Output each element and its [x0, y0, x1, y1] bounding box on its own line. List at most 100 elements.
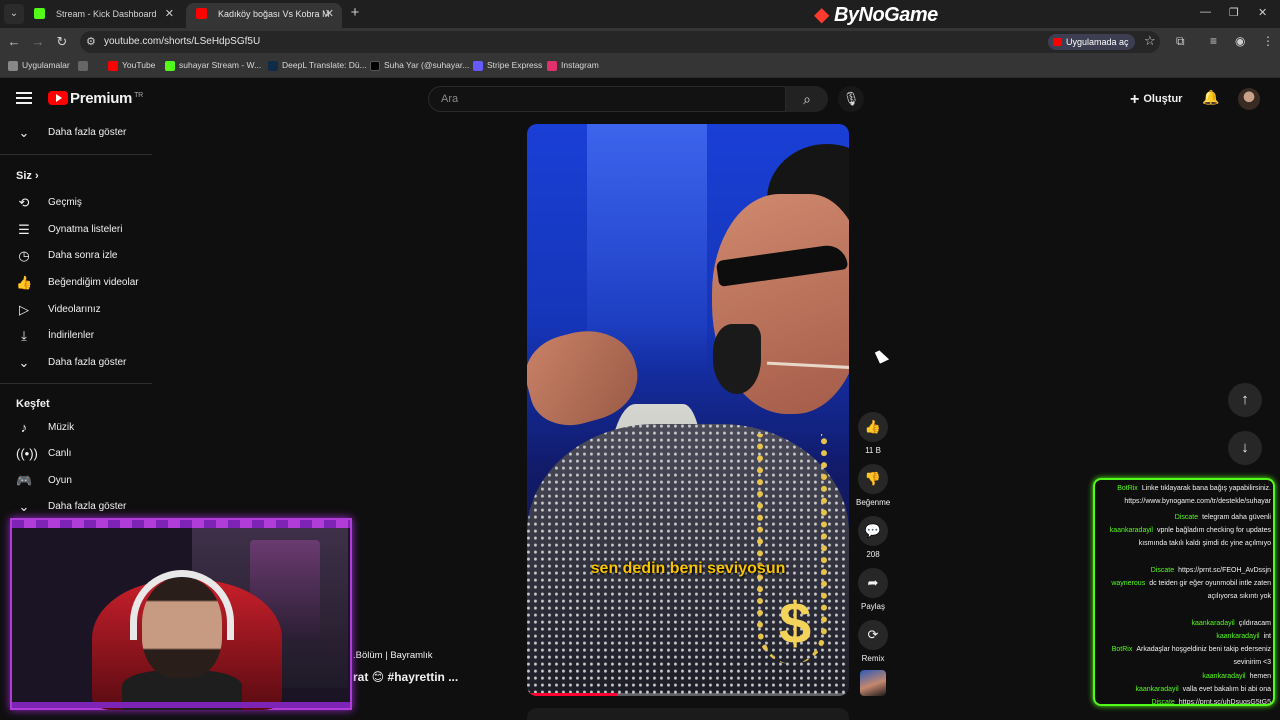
chat-text: int [1263, 633, 1271, 640]
tab-youtube-short[interactable]: Kadıköy boğası Vs Kobra M ✕ [186, 3, 342, 28]
chat-message: waynerous dc teiden gir eğer oyunmobil in… [1099, 577, 1271, 603]
chat-message: kaankaradayil çıldıracam [1099, 617, 1272, 630]
background-video-hashtags: rat 😊 #hayrettin ... [353, 670, 459, 684]
youtube-icon [108, 61, 118, 71]
search-input[interactable]: Ara [428, 86, 786, 112]
tab-title: Kadıköy boğası Vs Kobra M [218, 9, 330, 19]
kick-favicon-icon [34, 8, 45, 19]
dollar-pendant-icon: $ [778, 591, 812, 656]
bookmark-tiktok[interactable]: Suha Yar (@suhayar... [370, 60, 469, 71]
bookmark-deepl[interactable]: DeepL Translate: Dü... [268, 60, 367, 71]
chevron-down-icon: ⌄ [18, 355, 30, 370]
restore-icon[interactable]: ❐ [1229, 6, 1239, 19]
bookmark-label: Stripe Express [487, 60, 543, 70]
open-in-app-button[interactable]: Uygulamada aç [1048, 34, 1135, 50]
reload-icon[interactable]: ↻ [54, 34, 70, 50]
close-window-icon[interactable]: ✕ [1258, 6, 1267, 19]
sidebar-show-more-explore[interactable]: ⌄ Daha fazla göster [0, 494, 154, 520]
chat-message: kaankaradayil hemen [1099, 670, 1271, 683]
bookmark-label: Uygulamalar [22, 60, 70, 70]
sidebar-item-history[interactable]: ⟲ Geçmiş [0, 190, 154, 216]
sidebar-item-label: Daha fazla göster [48, 127, 127, 138]
short-video-player[interactable]: $ sen dedin beni seviyosun [527, 124, 849, 696]
youtube-logo-icon[interactable] [48, 91, 68, 105]
previous-short-button[interactable]: ↑ [1228, 383, 1262, 417]
sidebar-item-label: Geçmiş [48, 197, 82, 208]
live-broadcast-icon: ((•)) [16, 446, 38, 461]
stripe-icon [473, 61, 483, 71]
chat-message: Discate https://prnt.sc/uhDsugsG5tG5 [1099, 696, 1271, 706]
sidebar-section-you[interactable]: Siz › [16, 170, 39, 182]
chat-text: valla evet bakalım bi abi ona [1182, 686, 1271, 693]
bookmark-youtube[interactable]: YouTube [108, 60, 155, 71]
search-button[interactable]: ⌕ [786, 86, 828, 112]
audio-source-thumbnail[interactable] [860, 670, 886, 696]
webcam-frame-bottom [12, 702, 350, 708]
create-button[interactable]: + Oluştur [1130, 91, 1182, 109]
new-tab-icon[interactable]: + [346, 4, 364, 22]
chat-message: Discate telegram daha güvenli [1099, 511, 1271, 524]
bookmark-label: DeepL Translate: Dü... [282, 60, 367, 70]
chat-username: Discate [1174, 514, 1199, 521]
tab-kick-dashboard[interactable]: Stream - Kick Dashboard ✕ [24, 3, 182, 28]
close-tab-icon[interactable]: ✕ [325, 3, 334, 25]
chat-username: kaankaradayil [1135, 686, 1179, 693]
like-button[interactable]: 👍 11 B [856, 412, 890, 455]
sidebar-item-label: Müzik [48, 422, 75, 433]
url-text[interactable]: youtube.com/shorts/LSeHdpSGf5U [104, 36, 260, 47]
sidebar-item-liked-videos[interactable]: 👍 Beğendiğim videolar [0, 270, 154, 296]
bookmark-kick[interactable]: suhayar Stream - W... [165, 60, 261, 71]
back-icon[interactable]: ← [6, 34, 22, 49]
bookmark-apps[interactable]: Uygulamalar [8, 60, 70, 71]
remix-icon: ⟳ [858, 620, 888, 650]
tab-search-icon[interactable]: ⌄ [4, 4, 24, 24]
youtube-premium-logo[interactable]: Premium TR [70, 90, 143, 107]
voice-search-button[interactable]: 🎙 [838, 86, 864, 112]
chat-username: Discate [1151, 699, 1175, 706]
sidebar-item-label: Oyun [48, 475, 72, 486]
bookmark-star-icon[interactable]: ☆ [1144, 33, 1156, 49]
menu-kebab-icon[interactable]: ⋮ [1262, 34, 1274, 48]
chevron-down-icon: ⌄ [18, 125, 30, 140]
sidebar-item-your-videos[interactable]: ▷ Videolarınız [0, 297, 154, 323]
gamepad-icon: 🎮 [16, 473, 33, 488]
forward-icon[interactable]: → [30, 34, 46, 49]
bookmark-instagram[interactable]: Instagram [547, 60, 599, 71]
profile-icon[interactable]: ◉ [1235, 34, 1245, 48]
video-progress-fill [527, 693, 618, 696]
bookmarks-bar: Uygulamalar YouTube suhayar Stream - W..… [0, 56, 1280, 78]
download-icon: ⤓ [21, 328, 27, 343]
minimize-icon[interactable]: — [1200, 6, 1211, 18]
sidebar-show-more-you[interactable]: ⌄ Daha fazla göster [0, 350, 154, 376]
sidebar-item-music[interactable]: ♪ Müzik [0, 415, 154, 441]
deepl-icon [268, 61, 278, 71]
dislike-button[interactable]: 👎 Beğenme [856, 464, 890, 507]
hamburger-menu-icon[interactable] [16, 92, 32, 104]
chat-text: Linke tıklayarak bana bağış yapabilirsin… [1124, 485, 1271, 505]
video-progress-bar[interactable] [527, 693, 849, 696]
media-icon[interactable]: ≡ [1210, 34, 1217, 48]
next-short-button[interactable]: ↓ [1228, 431, 1262, 465]
bynogame-logo: ◆ ByNoGame [814, 4, 938, 26]
chat-username: kaankaradayil [1216, 633, 1260, 640]
grid-icon [78, 61, 88, 71]
sidebar-item-downloads[interactable]: ⤓ İndirilenler [0, 323, 154, 349]
bookmark-stripe[interactable]: Stripe Express [473, 60, 543, 71]
close-tab-icon[interactable]: ✕ [165, 3, 174, 25]
share-label: Paylaş [860, 602, 885, 611]
address-bar[interactable]: ⚙ youtube.com/shorts/LSeHdpSGf5U Uygulam… [80, 31, 1160, 53]
notifications-bell-icon[interactable]: 🔔 [1202, 89, 1219, 106]
sidebar-item-gaming[interactable]: 🎮 Oyun [0, 468, 154, 494]
comments-button[interactable]: 💬 208 [856, 516, 890, 559]
avatar[interactable] [1238, 88, 1260, 110]
site-info-icon[interactable]: ⚙ [86, 35, 96, 48]
remix-button[interactable]: ⟳ Remix [856, 620, 890, 663]
extensions-icon[interactable]: ⧉ [1176, 34, 1185, 49]
sidebar-item-label: Beğendiğim videolar [48, 277, 139, 288]
sidebar-show-more-top[interactable]: ⌄ Daha fazla göster [0, 120, 154, 146]
sidebar-item-playlists[interactable]: ☰ Oynatma listeleri [0, 217, 154, 243]
youtube-header: Premium TR Ara ⌕ 🎙 + Oluştur 🔔 [0, 80, 1280, 120]
sidebar-item-watch-later[interactable]: ◷ Daha sonra izle [0, 243, 154, 269]
sidebar-item-live[interactable]: ((•)) Canlı [0, 441, 154, 467]
share-button[interactable]: ➦ Paylaş [856, 568, 890, 611]
